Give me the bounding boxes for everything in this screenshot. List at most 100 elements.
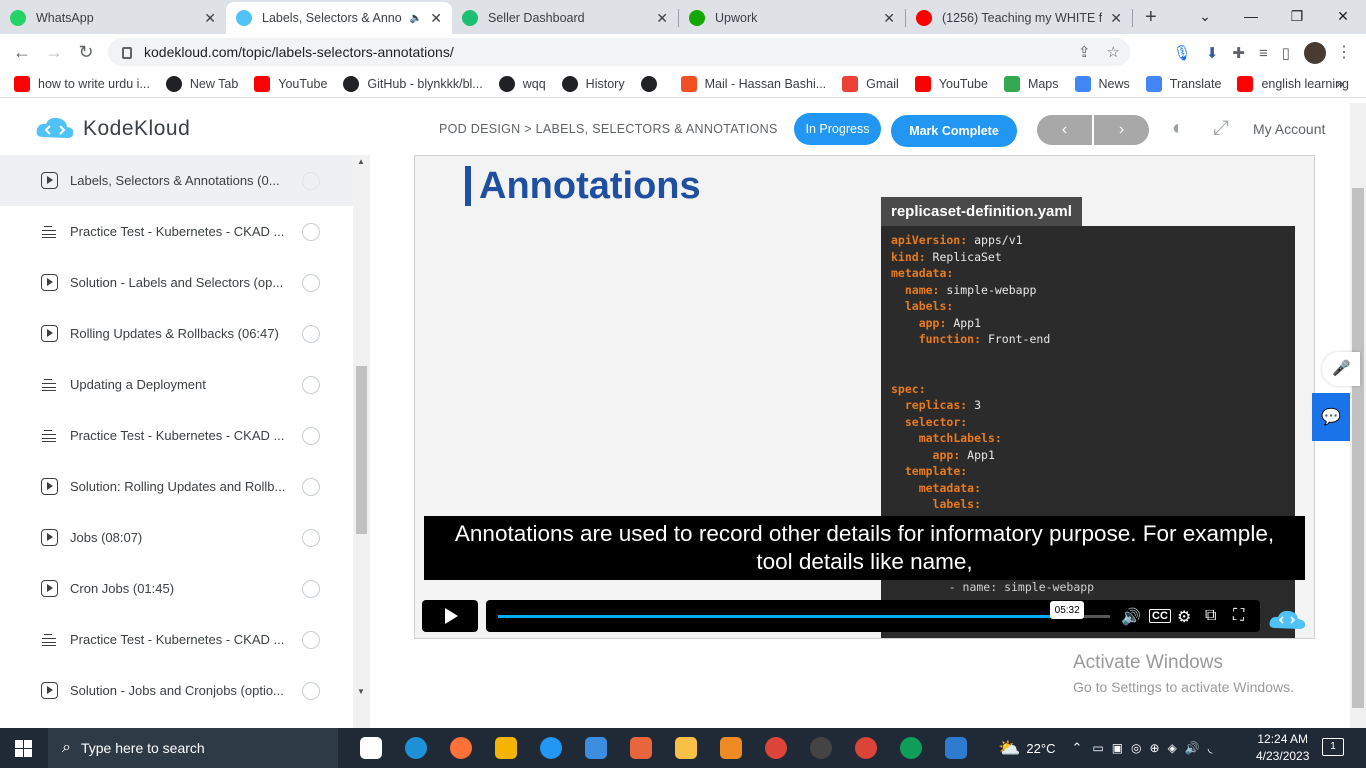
address-bar[interactable]: kodekloud.com/topic/labels-selectors-ann… bbox=[108, 38, 1130, 66]
fullscreen-expand-icon[interactable]: ⤢ bbox=[1213, 117, 1229, 140]
my-account-link[interactable]: My Account bbox=[1253, 121, 1325, 137]
completion-circle-icon[interactable] bbox=[302, 222, 320, 241]
taskbar-app[interactable] bbox=[573, 728, 618, 768]
close-tab-icon[interactable]: ✕ bbox=[883, 10, 895, 27]
tray-overflow-icon[interactable]: ⌃ bbox=[1071, 740, 1082, 756]
sidebar-lesson-item[interactable]: Cron Jobs (01:45) bbox=[0, 563, 353, 614]
bookmarks-overflow-icon[interactable]: » bbox=[1336, 75, 1344, 91]
bookmark-item[interactable]: Translate bbox=[1145, 75, 1221, 92]
tab-audio-icon[interactable]: 🔈 bbox=[410, 13, 422, 24]
settings-gear-icon[interactable]: ⚙ bbox=[1177, 607, 1191, 627]
browser-tab[interactable]: Upwork ✕ bbox=[679, 2, 905, 34]
taskbar-app[interactable] bbox=[618, 728, 663, 768]
close-tab-icon[interactable]: ✕ bbox=[656, 10, 668, 27]
voice-widget[interactable]: 🎤 bbox=[1322, 352, 1360, 386]
bookmark-item[interactable] bbox=[640, 75, 665, 92]
scroll-down-arrow-icon[interactable]: ▼ bbox=[357, 687, 365, 696]
close-tab-icon[interactable]: ✕ bbox=[430, 10, 442, 27]
completion-circle-icon[interactable] bbox=[302, 426, 320, 445]
bookmark-item[interactable]: english learning bbox=[1237, 75, 1349, 92]
sidebar-lesson-item[interactable]: Labels, Selectors & Annotations (0... bbox=[0, 155, 353, 206]
bookmark-item[interactable]: New Tab bbox=[165, 75, 238, 92]
captions-icon[interactable]: CC bbox=[1149, 609, 1171, 623]
reload-button[interactable]: ↻ bbox=[70, 42, 102, 63]
taskbar-app[interactable] bbox=[663, 728, 708, 768]
in-progress-button[interactable]: In Progress bbox=[794, 113, 881, 145]
puzzle-icon[interactable]: ✚ bbox=[1232, 44, 1245, 62]
taskbar-app[interactable] bbox=[888, 728, 933, 768]
tray-icons[interactable]: ▭▣◎⊕◈🔊◟ bbox=[1092, 741, 1220, 755]
sidebar-lesson-item[interactable]: Solution - Labels and Selectors (op... bbox=[0, 257, 353, 308]
bookmark-item[interactable]: Mail - Hassan Bashi... bbox=[680, 75, 826, 92]
media-control-icon[interactable]: ≡ bbox=[1259, 45, 1268, 62]
picture-in-picture-icon[interactable]: ⧉ bbox=[1205, 607, 1216, 625]
fullscreen-icon[interactable]: ⛶ bbox=[1233, 607, 1244, 625]
completion-circle-icon[interactable] bbox=[302, 171, 320, 190]
taskbar-app[interactable] bbox=[933, 728, 978, 768]
close-tab-icon[interactable]: ✕ bbox=[204, 10, 216, 27]
browser-tab[interactable]: Seller Dashboard ✕ bbox=[452, 2, 678, 34]
taskbar-search-box[interactable]: ⌕ Type here to search bbox=[48, 728, 338, 768]
sidebar-lesson-item[interactable]: Solution: Rolling Updates and Rollb... bbox=[0, 461, 353, 512]
share-icon[interactable]: ⇪ bbox=[1078, 43, 1091, 61]
weather-cloud-icon[interactable]: ⛅ bbox=[998, 738, 1020, 759]
bookmark-item[interactable]: GitHub - blynkkk/bl... bbox=[343, 75, 483, 92]
taskbar-app[interactable] bbox=[438, 728, 483, 768]
kodekloud-logo[interactable]: KodeKloud bbox=[35, 115, 190, 143]
windows-start-button[interactable] bbox=[0, 728, 46, 768]
taskbar-clock[interactable]: 12:24 AM 4/23/2023 bbox=[1256, 731, 1309, 765]
sidebar-lesson-item[interactable]: Updating a Deployment bbox=[0, 359, 353, 410]
back-button[interactable]: ← bbox=[6, 42, 38, 63]
tab-search-icon[interactable]: ⌄ bbox=[1182, 8, 1228, 25]
restore-button[interactable]: ❐ bbox=[1274, 8, 1320, 25]
notification-center-button[interactable]: 1 bbox=[1322, 738, 1344, 756]
completion-circle-icon[interactable] bbox=[302, 375, 320, 394]
bookmark-item[interactable]: YouTube bbox=[914, 75, 988, 92]
volume-icon[interactable]: 🔊 bbox=[1121, 607, 1141, 627]
minimize-button[interactable]: — bbox=[1228, 8, 1274, 24]
taskbar-app[interactable] bbox=[348, 728, 393, 768]
bookmark-star-icon[interactable]: ☆ bbox=[1107, 43, 1120, 61]
completion-circle-icon[interactable] bbox=[302, 324, 320, 343]
seek-bar[interactable]: 05:32 bbox=[498, 601, 1110, 619]
sidebar-lesson-item[interactable]: Practice Test - Kubernetes - CKAD ... bbox=[0, 206, 353, 257]
temperature[interactable]: 22°C bbox=[1026, 741, 1055, 756]
scroll-up-arrow-icon[interactable]: ▲ bbox=[357, 157, 365, 166]
close-window-button[interactable]: ✕ bbox=[1320, 8, 1366, 25]
taskbar-app[interactable] bbox=[483, 728, 528, 768]
mark-complete-button[interactable]: Mark Complete bbox=[891, 115, 1017, 147]
completion-circle-icon[interactable] bbox=[302, 579, 320, 598]
next-lesson-button[interactable]: › bbox=[1094, 115, 1149, 145]
new-tab-button[interactable]: + bbox=[1133, 6, 1169, 34]
completion-circle-icon[interactable] bbox=[302, 477, 320, 496]
taskbar-app[interactable] bbox=[798, 728, 843, 768]
play-button[interactable] bbox=[422, 600, 478, 632]
download-extension-icon[interactable]: ⬇ bbox=[1206, 44, 1219, 62]
sidebar-lesson-item[interactable]: Solution - Jobs and Cronjobs (optio... bbox=[0, 665, 353, 716]
taskbar-app[interactable] bbox=[393, 728, 438, 768]
taskbar-app[interactable] bbox=[843, 728, 888, 768]
taskbar-app[interactable] bbox=[528, 728, 573, 768]
side-panel-icon[interactable]: ▯ bbox=[1282, 44, 1290, 62]
bookmark-item[interactable]: News bbox=[1074, 75, 1130, 92]
forward-button[interactable]: → bbox=[38, 42, 70, 63]
bookmark-item[interactable]: wqq bbox=[498, 75, 546, 92]
microphone-icon[interactable]: 🎙 bbox=[1173, 44, 1192, 62]
sidebar-scroll-thumb[interactable] bbox=[356, 366, 367, 534]
taskbar-app[interactable] bbox=[708, 728, 753, 768]
completion-circle-icon[interactable] bbox=[302, 528, 320, 547]
page-scroll-thumb[interactable] bbox=[1352, 188, 1364, 708]
chat-widget-button[interactable]: 💬 bbox=[1312, 393, 1350, 441]
bookmark-item[interactable]: how to write urdu i... bbox=[14, 75, 150, 92]
taskbar-app[interactable] bbox=[753, 728, 798, 768]
sidebar-lesson-item[interactable]: Jobs (08:07) bbox=[0, 512, 353, 563]
close-tab-icon[interactable]: ✕ bbox=[1110, 10, 1122, 27]
sidebar-lesson-item[interactable]: Practice Test - Kubernetes - CKAD ... bbox=[0, 410, 353, 461]
browser-tab[interactable]: Labels, Selectors & Anno 🔈 ✕ bbox=[226, 2, 452, 34]
sidebar-lesson-item[interactable]: Practice Test - Kubernetes - CKAD ... bbox=[0, 614, 353, 665]
browser-tab[interactable]: (1256) Teaching my WHITE fr ✕ bbox=[906, 2, 1132, 34]
completion-circle-icon[interactable] bbox=[302, 273, 320, 292]
completion-circle-icon[interactable] bbox=[302, 630, 320, 649]
browser-tab[interactable]: WhatsApp ✕ bbox=[0, 2, 226, 34]
previous-lesson-button[interactable]: ‹ bbox=[1037, 115, 1092, 145]
